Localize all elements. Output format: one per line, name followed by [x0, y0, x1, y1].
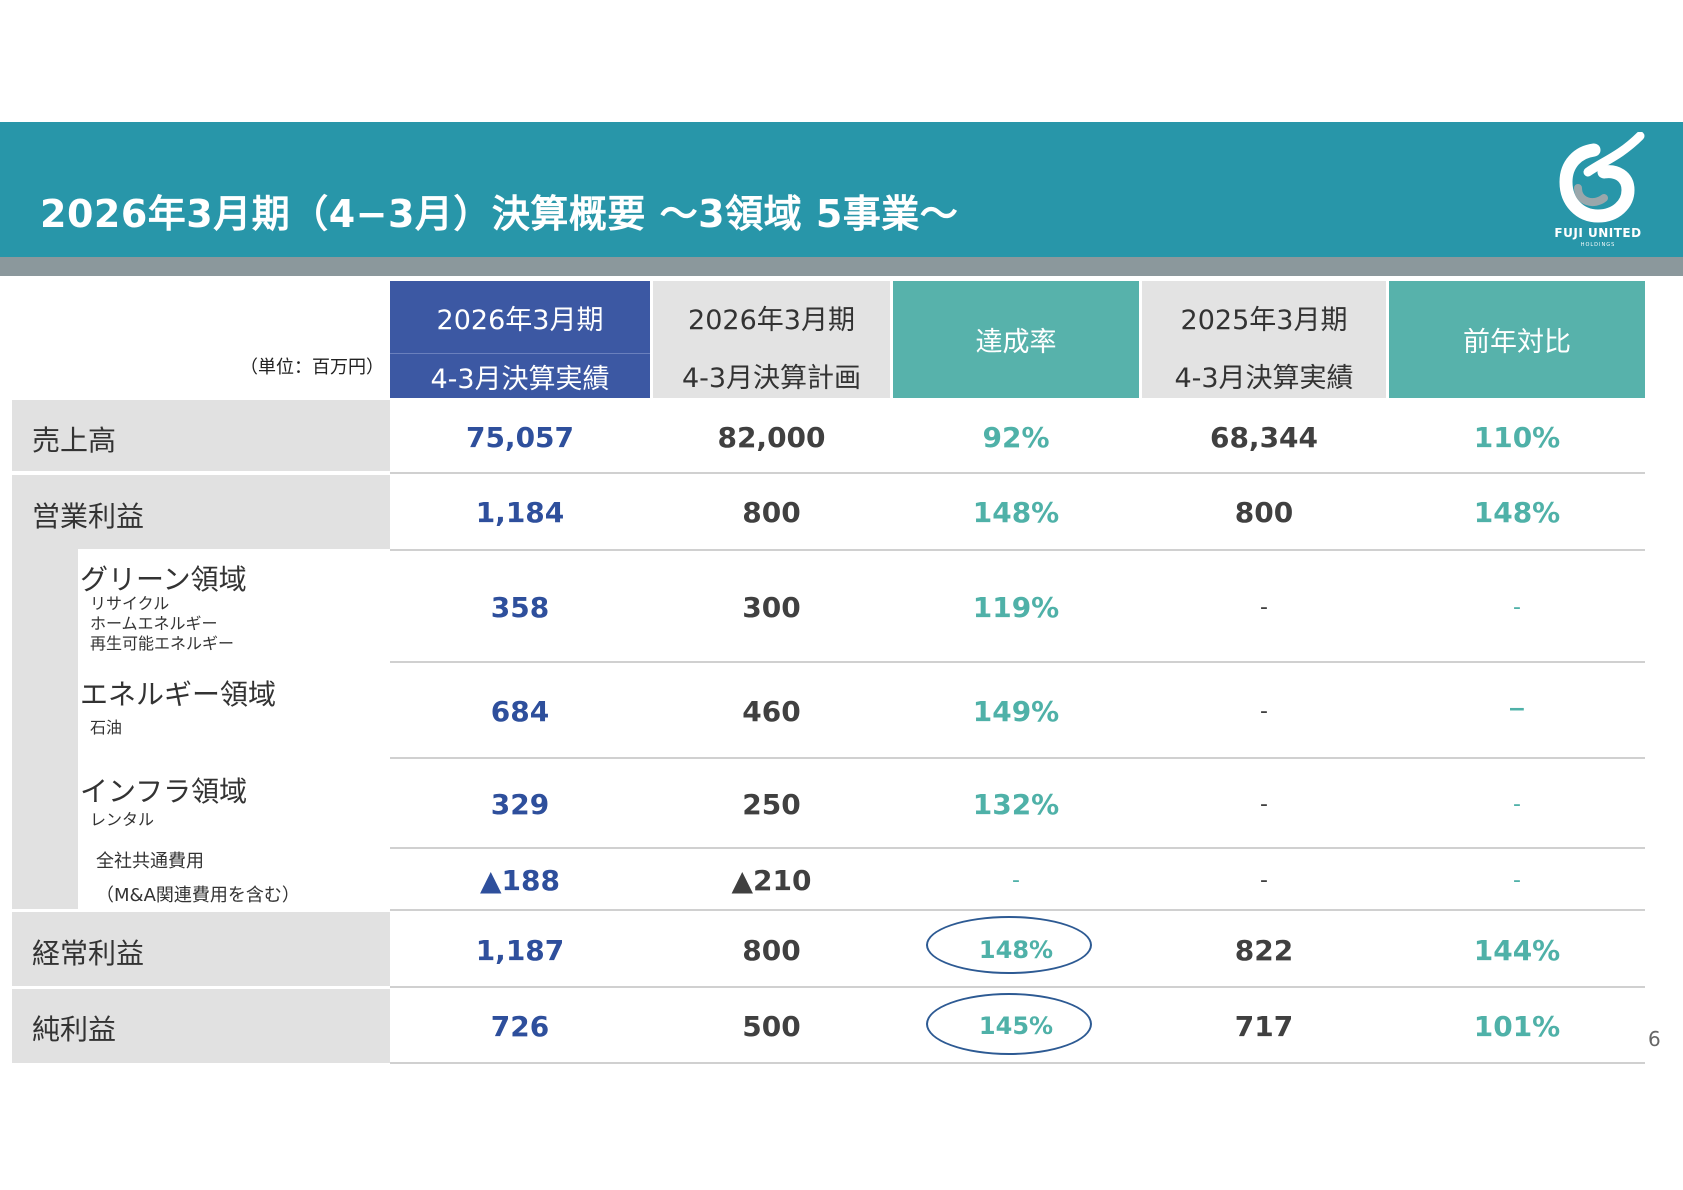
row-divider [390, 909, 1645, 911]
row-label-operating-profit: 営業利益 [32, 500, 145, 533]
col-header-actual-2025-year: 2025年3月期 [1142, 281, 1386, 353]
cell-green-plan-2026: 300 [742, 590, 801, 624]
cell-sales-yoy: 110% [1473, 420, 1561, 454]
row-divider [390, 661, 1645, 663]
cell-infra-yoy: - [1513, 791, 1521, 817]
cell-net-actual-2026: 726 [490, 1009, 550, 1043]
cell-energy-actual-2026: 684 [490, 694, 550, 728]
row-divider [390, 472, 1645, 474]
cell-green-actual-2025: - [1260, 594, 1268, 620]
row-divider [390, 549, 1645, 551]
row-sub-green-2: ホームエネルギー [90, 614, 218, 633]
col-header-actual-2025-period: 4-3月決算実績 [1142, 353, 1386, 398]
row-divider [390, 757, 1645, 759]
cell-infra-plan-2026: 250 [742, 787, 801, 821]
row-sub-infra-1: レンタル [90, 810, 155, 829]
row-divider [390, 986, 1645, 988]
cell-common-actual-2026: ▲188 [480, 863, 560, 897]
cell-op-yoy: 148% [1473, 495, 1561, 529]
row-sub-green-3: 再生可能エネルギー [90, 634, 235, 653]
cell-energy-plan-2026: 460 [742, 694, 801, 728]
cell-common-actual-2025: - [1260, 867, 1268, 893]
cell-op-achievement: 148% [972, 495, 1060, 529]
cell-green-actual-2026: 358 [490, 590, 550, 624]
row-sub-energy-1: 石油 [90, 718, 123, 737]
cell-common-achievement: - [1012, 867, 1020, 893]
col-header-actual-2026-year: 2026年3月期 [390, 281, 650, 353]
col-header-plan-2026-year: 2026年3月期 [653, 281, 890, 353]
row-sub-green-1: リサイクル [90, 594, 170, 613]
row-label-net-profit: 純利益 [32, 1013, 117, 1046]
unit-label: （単位：百万円） [240, 357, 384, 378]
row-label-infra: インフラ領域 [80, 775, 248, 808]
cell-op-actual-2025: 800 [1234, 495, 1294, 529]
row-divider [390, 1062, 1645, 1064]
cell-op-plan-2026: 800 [742, 495, 801, 529]
cell-sales-actual-2026: 75,057 [465, 420, 575, 454]
cell-net-plan-2026: 500 [742, 1009, 801, 1043]
row-label-ordinary-profit: 経常利益 [32, 937, 145, 970]
row-label-common-cost-note: （M&A関連費用を含む） [96, 885, 300, 906]
cell-op-actual-2026: 1,184 [475, 495, 565, 529]
cell-energy-actual-2025: - [1260, 698, 1268, 724]
cell-ordinary-actual-2026: 1,187 [475, 933, 565, 967]
cell-net-yoy: 101% [1473, 1009, 1561, 1043]
logo-text: FUJI UNITED [1554, 226, 1642, 240]
row-bg-segment-indent [12, 549, 78, 909]
row-label-green: グリーン領域 [80, 563, 247, 596]
col-header-actual-2026-period: 4-3月決算実績 [390, 353, 650, 398]
cell-net-actual-2025: 717 [1234, 1009, 1294, 1043]
col-header-plan-2026-period: 4-3月決算計画 [653, 353, 890, 398]
company-logo: FUJI UNITED HOLDINGS [1548, 131, 1648, 252]
cell-sales-achievement: 92% [982, 420, 1050, 454]
cell-infra-actual-2026: 329 [490, 787, 550, 821]
cell-energy-yoy: − [1507, 696, 1527, 722]
row-label-sales: 売上高 [32, 424, 117, 457]
cell-energy-achievement: 149% [972, 694, 1060, 728]
logo-subtext: HOLDINGS [1580, 242, 1616, 248]
page-number: 6 [1648, 1027, 1661, 1051]
cell-sales-plan-2026: 82,000 [717, 420, 826, 454]
cell-infra-actual-2025: - [1260, 791, 1268, 817]
col-header-achievement-rate: 達成率 [893, 281, 1139, 398]
banner-strip [0, 257, 1683, 276]
row-label-energy: エネルギー領域 [80, 678, 277, 711]
cell-sales-actual-2025: 68,344 [1209, 420, 1319, 454]
col-header-yoy: 前年対比 [1389, 281, 1645, 398]
page-title: 2026年3月期（4−3月）決算概要 ～3領域 5事業～ [40, 192, 959, 236]
cell-green-yoy: - [1513, 594, 1521, 620]
cell-net-achievement: 145% [978, 1012, 1054, 1040]
cell-ordinary-plan-2026: 800 [742, 933, 801, 967]
cell-infra-achievement: 132% [972, 787, 1060, 821]
row-divider [390, 847, 1645, 849]
cell-common-plan-2026: ▲210 [731, 863, 812, 897]
cell-green-achievement: 119% [972, 590, 1060, 624]
cell-ordinary-yoy: 144% [1473, 933, 1561, 967]
row-label-common-cost: 全社共通費用 [96, 851, 204, 872]
cell-ordinary-actual-2025: 822 [1234, 933, 1294, 967]
cell-ordinary-achievement: 148% [978, 936, 1054, 964]
cell-common-yoy: - [1513, 867, 1521, 893]
logo-mark-icon [1559, 131, 1645, 223]
